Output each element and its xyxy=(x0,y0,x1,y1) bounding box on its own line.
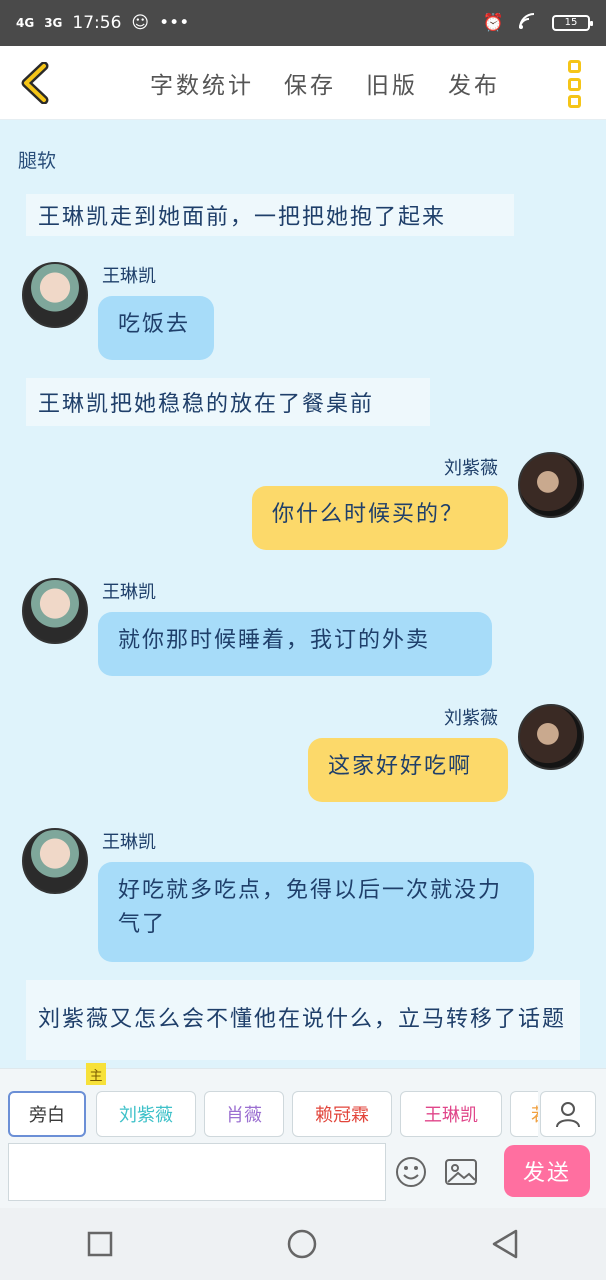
speaker-name: 王琳凯 xyxy=(102,266,156,287)
role-more-button[interactable]: 若 xyxy=(510,1091,538,1137)
avatar[interactable] xyxy=(22,262,88,328)
home-button[interactable] xyxy=(286,1228,318,1260)
recent-apps-button[interactable] xyxy=(86,1230,114,1258)
role-xiaowei-button[interactable]: 肖薇 xyxy=(204,1091,284,1137)
main-role-badge: 主 xyxy=(86,1063,106,1085)
avatar[interactable] xyxy=(22,828,88,894)
message-bubble[interactable]: 你什么时候买的？ xyxy=(252,486,508,550)
role-label: 王琳凯 xyxy=(424,1105,478,1126)
role-laiguanlin-button[interactable]: 赖冠霖 xyxy=(292,1091,392,1137)
battery-icon: 15 xyxy=(552,15,593,31)
status-bar: 4G 3G 17:56 ☺ ••• ⏰ 15 xyxy=(0,0,606,46)
publish-button[interactable]: 发布 xyxy=(448,66,500,100)
back-nav-button[interactable] xyxy=(490,1228,520,1260)
image-icon xyxy=(445,1159,477,1185)
emoji-button[interactable] xyxy=(394,1155,428,1189)
send-button[interactable]: 发送 xyxy=(504,1145,590,1197)
role-narrator-button[interactable]: 旁白 xyxy=(8,1091,86,1137)
wifi-icon xyxy=(518,12,538,35)
role-wanglinkai-button[interactable]: 王琳凯 xyxy=(400,1091,502,1137)
chat-area[interactable]: 腿软 王琳凯走到她面前，一把把她抱了起来 王琳凯 吃饭去 王琳凯把她稳稳的放在了… xyxy=(0,120,606,1068)
speaker-name: 刘紫薇 xyxy=(444,708,498,729)
add-role-button[interactable] xyxy=(540,1091,596,1137)
menu-dot-icon xyxy=(567,77,581,91)
notification-icon: ☺ xyxy=(131,13,150,33)
clock: 17:56 xyxy=(72,13,122,33)
image-button[interactable] xyxy=(444,1157,478,1187)
chapter-title: 腿软 xyxy=(18,150,57,172)
message-bubble[interactable]: 好吃就多吃点，免得以后一次就没力气了 xyxy=(98,862,534,962)
old-version-button[interactable]: 旧版 xyxy=(366,66,418,100)
more-status-icon: ••• xyxy=(159,13,190,33)
network-3g-indicator: 3G xyxy=(44,16,63,30)
menu-dot-icon xyxy=(567,95,581,108)
speaker-name: 王琳凯 xyxy=(102,582,156,603)
composer-panel: 旁白 刘紫薇 肖薇 赖冠霖 王琳凯 若 主 发送 xyxy=(0,1063,606,1208)
role-label: 肖薇 xyxy=(226,1105,262,1126)
smiley-icon xyxy=(396,1157,426,1187)
avatar[interactable] xyxy=(518,704,584,770)
system-nav-bar xyxy=(0,1208,606,1280)
narration-item[interactable]: 王琳凯走到她面前，一把把她抱了起来 xyxy=(26,194,514,236)
person-icon xyxy=(556,1102,580,1128)
chevron-left-icon xyxy=(21,61,49,104)
back-button[interactable] xyxy=(0,46,70,120)
word-count-button[interactable]: 字数统计 xyxy=(150,66,254,100)
alarm-icon: ⏰ xyxy=(482,13,504,33)
save-button[interactable]: 保存 xyxy=(284,66,336,100)
role-label: 赖冠霖 xyxy=(315,1105,369,1126)
message-bubble[interactable]: 就你那时候睡着，我订的外卖 xyxy=(98,612,492,676)
role-label: 旁白 xyxy=(29,1105,65,1126)
message-input[interactable] xyxy=(8,1143,386,1201)
avatar[interactable] xyxy=(22,578,88,644)
message-bubble[interactable]: 吃饭去 xyxy=(98,296,214,360)
role-label: 刘紫薇 xyxy=(119,1105,173,1126)
role-liuziwei-button[interactable]: 刘紫薇 xyxy=(96,1091,196,1137)
role-selector: 旁白 刘紫薇 肖薇 赖冠霖 王琳凯 若 xyxy=(8,1091,538,1137)
speaker-name: 刘紫薇 xyxy=(444,458,498,479)
role-label: 若 xyxy=(531,1101,538,1127)
more-menu-button[interactable] xyxy=(564,60,584,108)
top-toolbar: 字数统计 保存 旧版 发布 xyxy=(0,46,606,120)
narration-item[interactable]: 王琳凯把她稳稳的放在了餐桌前 xyxy=(26,378,430,426)
narration-item[interactable]: 刘紫薇又怎么会不懂他在说什么，立马转移了话题 xyxy=(26,980,580,1060)
message-bubble[interactable]: 这家好好吃啊 xyxy=(308,738,508,802)
menu-dot-icon xyxy=(567,60,581,73)
avatar[interactable] xyxy=(518,452,584,518)
network-4g-indicator: 4G xyxy=(16,16,35,30)
speaker-name: 王琳凯 xyxy=(102,832,156,853)
